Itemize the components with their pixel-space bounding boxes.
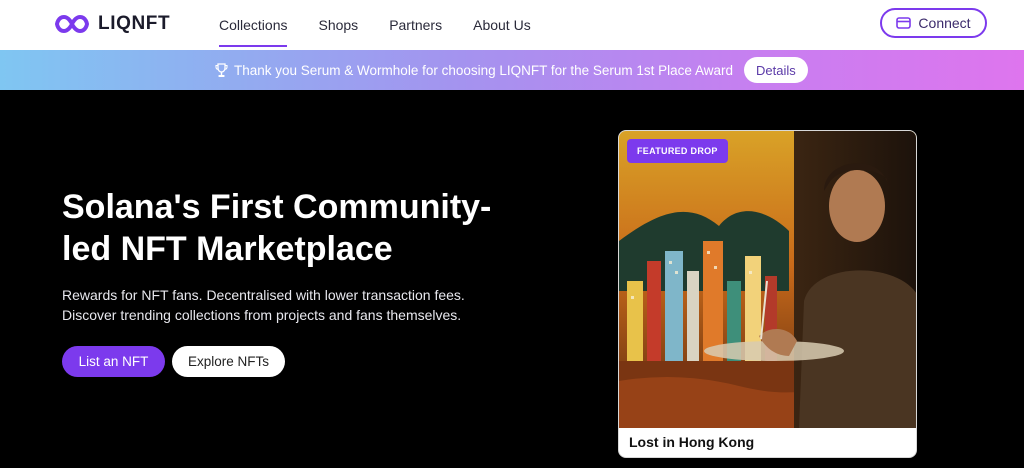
trophy-icon <box>215 62 228 77</box>
logo[interactable]: LIQNFT <box>55 13 170 35</box>
nav-shops[interactable]: Shops <box>318 0 358 50</box>
logo-text: LIQNFT <box>98 13 171 34</box>
main-nav: Collections Shops Partners About Us <box>219 0 562 50</box>
details-button[interactable]: Details <box>743 57 808 83</box>
nav-collections[interactable]: Collections <box>219 0 288 50</box>
banner-text: Thank you Serum & Wormhole for choosing … <box>234 62 733 78</box>
explore-nfts-button[interactable]: Explore NFTs <box>172 346 285 377</box>
infinity-logo-icon <box>55 14 89 34</box>
hero-title: Solana's First Community-led NFT Marketp… <box>62 188 492 268</box>
hero-subtitle-line-2: Discover trending collections from proje… <box>62 307 462 323</box>
featured-badge: FEATURED DROP <box>627 139 728 163</box>
announcement-banner: Thank you Serum & Wormhole for choosing … <box>0 50 1024 90</box>
top-navbar: LIQNFT Collections Shops Partners About … <box>0 0 1024 50</box>
list-nft-button[interactable]: List an NFT <box>62 346 165 377</box>
featured-drop-card[interactable]: FEATURED DROP Lost in Hong Kong <box>618 130 917 458</box>
hero-subtitle-line-1: Rewards for NFT fans. Decentralised with… <box>62 287 465 303</box>
banner-content: Thank you Serum & Wormhole for choosing … <box>215 50 808 90</box>
featured-title: Lost in Hong Kong <box>629 434 755 450</box>
nav-about-us[interactable]: About Us <box>473 0 531 50</box>
connect-label: Connect <box>918 15 971 31</box>
featured-artwork-image <box>619 131 916 428</box>
connect-button[interactable]: Connect <box>880 8 987 38</box>
wallet-icon <box>896 17 912 29</box>
hero-subtitle: Rewards for NFT fans. Decentralised with… <box>62 285 522 325</box>
nav-partners[interactable]: Partners <box>389 0 442 50</box>
